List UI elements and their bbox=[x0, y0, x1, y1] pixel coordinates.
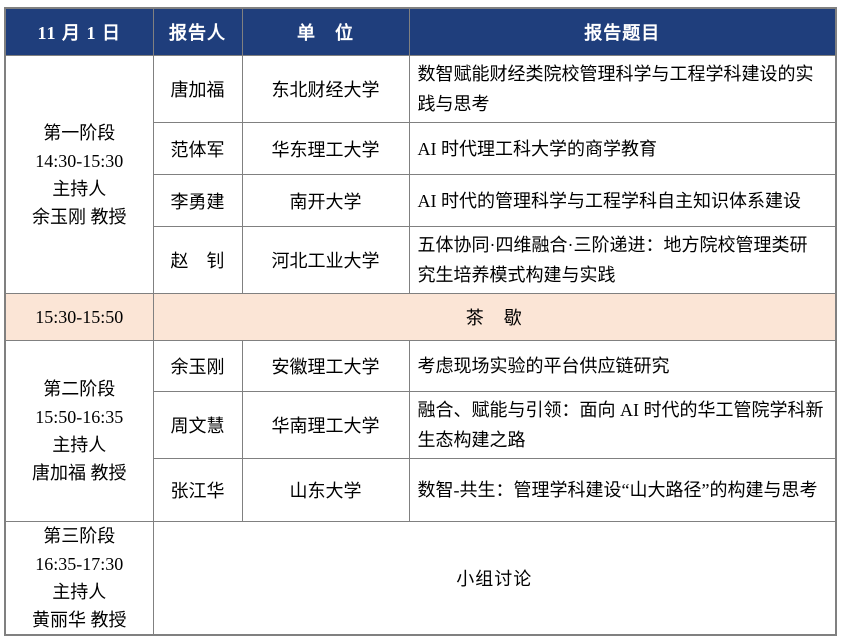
title-cell: 数智赋能财经类院校管理科学与工程学科建设的实践与思考 bbox=[409, 56, 836, 123]
header-title-cell: 报告题目 bbox=[409, 8, 836, 56]
title-cell: 融合、赋能与引领：面向 AI 时代的华工管院学科新生态构建之路 bbox=[409, 392, 836, 459]
header-speaker-cell: 报告人 bbox=[153, 8, 242, 56]
schedule-table: 11 月 1 日 报告人 单 位 报告题目 第一阶段 14:30-15:30 主… bbox=[4, 7, 837, 636]
speaker-cell: 周文慧 bbox=[153, 392, 242, 459]
unit-cell: 河北工业大学 bbox=[242, 227, 409, 294]
unit-cell: 安徽理工大学 bbox=[242, 341, 409, 392]
stage1-host-label: 主持人 bbox=[6, 175, 153, 203]
title-cell: 五体协同·四维融合·三阶递进：地方院校管理类研究生培养模式构建与实践 bbox=[409, 227, 836, 294]
stage3-host-label: 主持人 bbox=[6, 578, 153, 606]
group-discussion-cell: 小组讨论 bbox=[153, 522, 836, 636]
stage1-name: 第一阶段 bbox=[6, 119, 153, 147]
stage3-name: 第三阶段 bbox=[6, 522, 153, 550]
unit-cell: 东北财经大学 bbox=[242, 56, 409, 123]
stage3-host-name: 黄丽华 教授 bbox=[6, 606, 153, 634]
speaker-cell: 唐加福 bbox=[153, 56, 242, 123]
table-row: 第一阶段 14:30-15:30 主持人 余玉刚 教授 唐加福 东北财经大学 数… bbox=[5, 56, 836, 123]
tea-break-label-cell: 茶 歇 bbox=[153, 294, 836, 341]
stage3-cell: 第三阶段 16:35-17:30 主持人 黄丽华 教授 bbox=[5, 522, 153, 636]
stage2-name: 第二阶段 bbox=[6, 375, 153, 403]
unit-cell: 南开大学 bbox=[242, 175, 409, 227]
header-date-cell: 11 月 1 日 bbox=[5, 8, 153, 56]
unit-cell: 华南理工大学 bbox=[242, 392, 409, 459]
title-cell: 考虑现场实验的平台供应链研究 bbox=[409, 341, 836, 392]
header-row: 11 月 1 日 报告人 单 位 报告题目 bbox=[5, 8, 836, 56]
speaker-cell: 余玉刚 bbox=[153, 341, 242, 392]
unit-cell: 山东大学 bbox=[242, 459, 409, 522]
title-cell: 数智-共生：管理学科建设“山大路径”的构建与思考 bbox=[409, 459, 836, 522]
speaker-cell: 张江华 bbox=[153, 459, 242, 522]
table-row: 第二阶段 15:50-16:35 主持人 唐加福 教授 余玉刚 安徽理工大学 考… bbox=[5, 341, 836, 392]
group-discussion-row: 第三阶段 16:35-17:30 主持人 黄丽华 教授 小组讨论 bbox=[5, 522, 836, 636]
title-cell: AI 时代的管理科学与工程学科自主知识体系建设 bbox=[409, 175, 836, 227]
tea-break-time-cell: 15:30-15:50 bbox=[5, 294, 153, 341]
unit-cell: 华东理工大学 bbox=[242, 123, 409, 175]
stage1-time: 14:30-15:30 bbox=[6, 147, 153, 175]
page: 11 月 1 日 报告人 单 位 报告题目 第一阶段 14:30-15:30 主… bbox=[0, 0, 843, 636]
speaker-cell: 范体军 bbox=[153, 123, 242, 175]
stage2-host-label: 主持人 bbox=[6, 431, 153, 459]
stage2-time: 15:50-16:35 bbox=[6, 403, 153, 431]
speaker-cell: 赵 钊 bbox=[153, 227, 242, 294]
header-unit-cell: 单 位 bbox=[242, 8, 409, 56]
title-cell: AI 时代理工科大学的商学教育 bbox=[409, 123, 836, 175]
stage1-cell: 第一阶段 14:30-15:30 主持人 余玉刚 教授 bbox=[5, 56, 153, 294]
stage3-time: 16:35-17:30 bbox=[6, 550, 153, 578]
stage1-host-name: 余玉刚 教授 bbox=[6, 203, 153, 231]
stage2-cell: 第二阶段 15:50-16:35 主持人 唐加福 教授 bbox=[5, 341, 153, 522]
stage2-host-name: 唐加福 教授 bbox=[6, 459, 153, 487]
speaker-cell: 李勇建 bbox=[153, 175, 242, 227]
tea-break-row: 15:30-15:50 茶 歇 bbox=[5, 294, 836, 341]
